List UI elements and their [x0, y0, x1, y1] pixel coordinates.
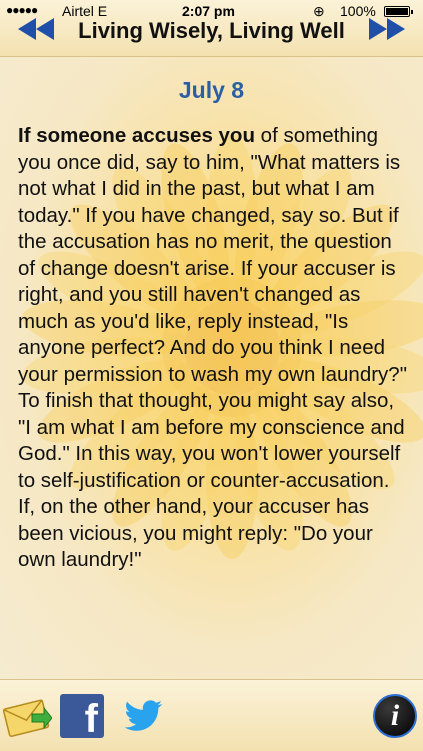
quote-content-area[interactable]: July 8 If someone accuses you of somethi…	[0, 57, 423, 679]
carrier-label: Airtel E	[62, 3, 108, 19]
status-bar: ●●●●● Airtel E 2:07 pm ⊕ 100%	[0, 0, 423, 22]
battery-icon	[384, 6, 413, 17]
orientation-lock-icon: ⊕	[313, 3, 325, 19]
bottom-toolbar: f i	[0, 679, 423, 751]
entry-lead: If someone accuses you	[18, 124, 255, 147]
signal-strength-icon: ●●●●●	[6, 3, 38, 17]
entry-text: If someone accuses you of something you …	[18, 123, 412, 574]
entry-date: July 8	[178, 77, 245, 103]
facebook-icon[interactable]: f	[60, 694, 104, 738]
mail-envelope-icon[interactable]	[2, 690, 52, 740]
twitter-bird-icon[interactable]	[122, 694, 166, 738]
battery-percent: 100%	[340, 3, 376, 19]
info-icon[interactable]: i	[373, 694, 417, 738]
entry-body: of something you once did, say to him, "…	[18, 124, 407, 571]
facebook-glyph: f	[84, 697, 98, 738]
info-glyph: i	[390, 699, 400, 732]
status-time: 2:07 pm	[182, 3, 235, 19]
